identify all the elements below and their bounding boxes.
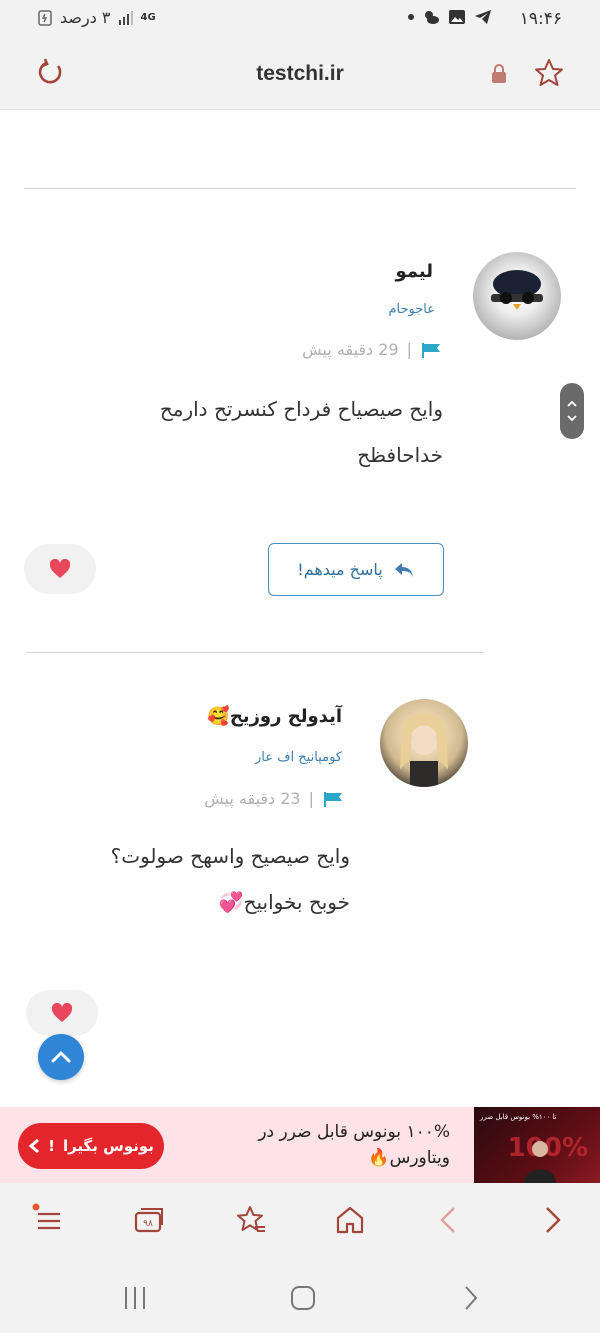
ad-image-caption: تا ۱۰۰% بونوس قابل ضرر xyxy=(480,1113,557,1121)
like-button[interactable] xyxy=(26,990,98,1036)
comment-time: 29 دقیقه پیش xyxy=(302,340,399,359)
chevron-up-icon xyxy=(567,400,577,407)
browser-toolbar: ۹۸ xyxy=(0,1183,600,1259)
system-nav-bar xyxy=(0,1259,600,1333)
signal-icon xyxy=(118,10,133,25)
divider xyxy=(24,188,576,189)
battery-text: ۳ درصد xyxy=(60,8,111,27)
dot-icon xyxy=(408,14,414,20)
svg-text:۹۸: ۹۸ xyxy=(143,1219,153,1229)
heart-icon xyxy=(51,1003,73,1022)
comment-text-line: وایح صیصیح واسهح صولوت؟ xyxy=(110,844,350,868)
lock-icon[interactable] xyxy=(490,64,508,84)
divider xyxy=(26,652,484,653)
screen: ۳ درصد 4G ۱۹:۴۶ testchi.ir لیمو عاجوحام … xyxy=(0,0,600,1333)
browser-url-bar: testchi.ir xyxy=(0,40,600,110)
home-nav-icon[interactable] xyxy=(288,1283,318,1313)
scroll-to-top-button[interactable] xyxy=(38,1034,84,1080)
ad-cta-button[interactable]: بونوس بگیرا ! xyxy=(18,1123,164,1169)
reply-label: پاسخ میدهم! xyxy=(297,560,383,579)
status-bar: ۳ درصد 4G ۱۹:۴۶ xyxy=(0,0,600,40)
comment-meta: | 29 دقیقه پیش xyxy=(302,340,442,359)
fast-scroll-handle[interactable] xyxy=(560,383,584,439)
comment-meta: | 23 دقیقه پیش xyxy=(204,789,344,808)
battery-icon xyxy=(38,9,52,26)
separator: | xyxy=(308,789,314,808)
telegram-icon xyxy=(475,10,491,24)
ad-person-icon xyxy=(524,1141,556,1183)
flag-icon[interactable] xyxy=(322,791,344,807)
ad-text: ۱۰۰% بونوس قابل ضرر در ویتاورس🔥 xyxy=(258,1122,450,1168)
forward-icon[interactable] xyxy=(535,1203,569,1237)
avatar[interactable] xyxy=(473,252,561,340)
flag-icon[interactable] xyxy=(420,342,442,358)
tabs-icon[interactable]: ۹۸ xyxy=(132,1203,166,1237)
network-text: 4G xyxy=(140,12,156,23)
status-right-icons xyxy=(408,8,492,26)
bookmark-star-icon[interactable] xyxy=(533,57,565,89)
gallery-icon xyxy=(449,10,465,24)
separator: | xyxy=(406,340,412,359)
reply-arrow-icon xyxy=(394,562,413,577)
comment-text-line: خداحافظح xyxy=(357,443,443,467)
ad-cta-exclaim: ! xyxy=(48,1137,55,1155)
chevron-left-icon xyxy=(28,1138,40,1154)
chevron-down-icon xyxy=(567,415,577,422)
comment-author-group[interactable]: عاجوحام xyxy=(235,302,435,317)
chevron-up-icon xyxy=(51,1051,71,1063)
ad-cta-label: بونوس بگیرا xyxy=(62,1137,154,1155)
url-text[interactable]: testchi.ir xyxy=(0,62,600,86)
recents-icon[interactable] xyxy=(120,1283,150,1313)
comment-text-line: وایح صیصیاح فرداح کنسرتح دارمح xyxy=(159,397,443,421)
heart-icon xyxy=(49,559,71,578)
menu-icon[interactable] xyxy=(32,1203,66,1237)
ad-banner[interactable]: تا ۱۰۰% بونوس قابل ضرر 100% ۱۰۰% بونوس ق… xyxy=(0,1107,600,1183)
home-icon[interactable] xyxy=(333,1203,367,1237)
avatar[interactable] xyxy=(380,699,468,787)
reply-button[interactable]: پاسخ میدهم! xyxy=(268,543,444,596)
back-nav-icon[interactable] xyxy=(456,1283,486,1313)
weather-icon xyxy=(425,11,439,24)
comment-author-group[interactable]: کومپانیح اف عار xyxy=(142,750,342,765)
like-button[interactable] xyxy=(24,544,96,594)
comment-text-line: خوبح بخوابیح💞 xyxy=(218,890,350,914)
status-left: ۳ درصد 4G xyxy=(36,8,156,27)
ad-image[interactable]: تا ۱۰۰% بونوس قابل ضرر 100% xyxy=(474,1107,600,1183)
comment-author-name[interactable]: لیمو xyxy=(233,261,433,282)
comment-time: 23 دقیقه پیش xyxy=(204,789,301,808)
comment-author-name[interactable]: آیدولح روزیح🥰 xyxy=(102,706,342,727)
back-icon[interactable] xyxy=(432,1203,466,1237)
bookmarks-icon[interactable] xyxy=(233,1203,267,1237)
status-time: ۱۹:۴۶ xyxy=(519,9,562,29)
